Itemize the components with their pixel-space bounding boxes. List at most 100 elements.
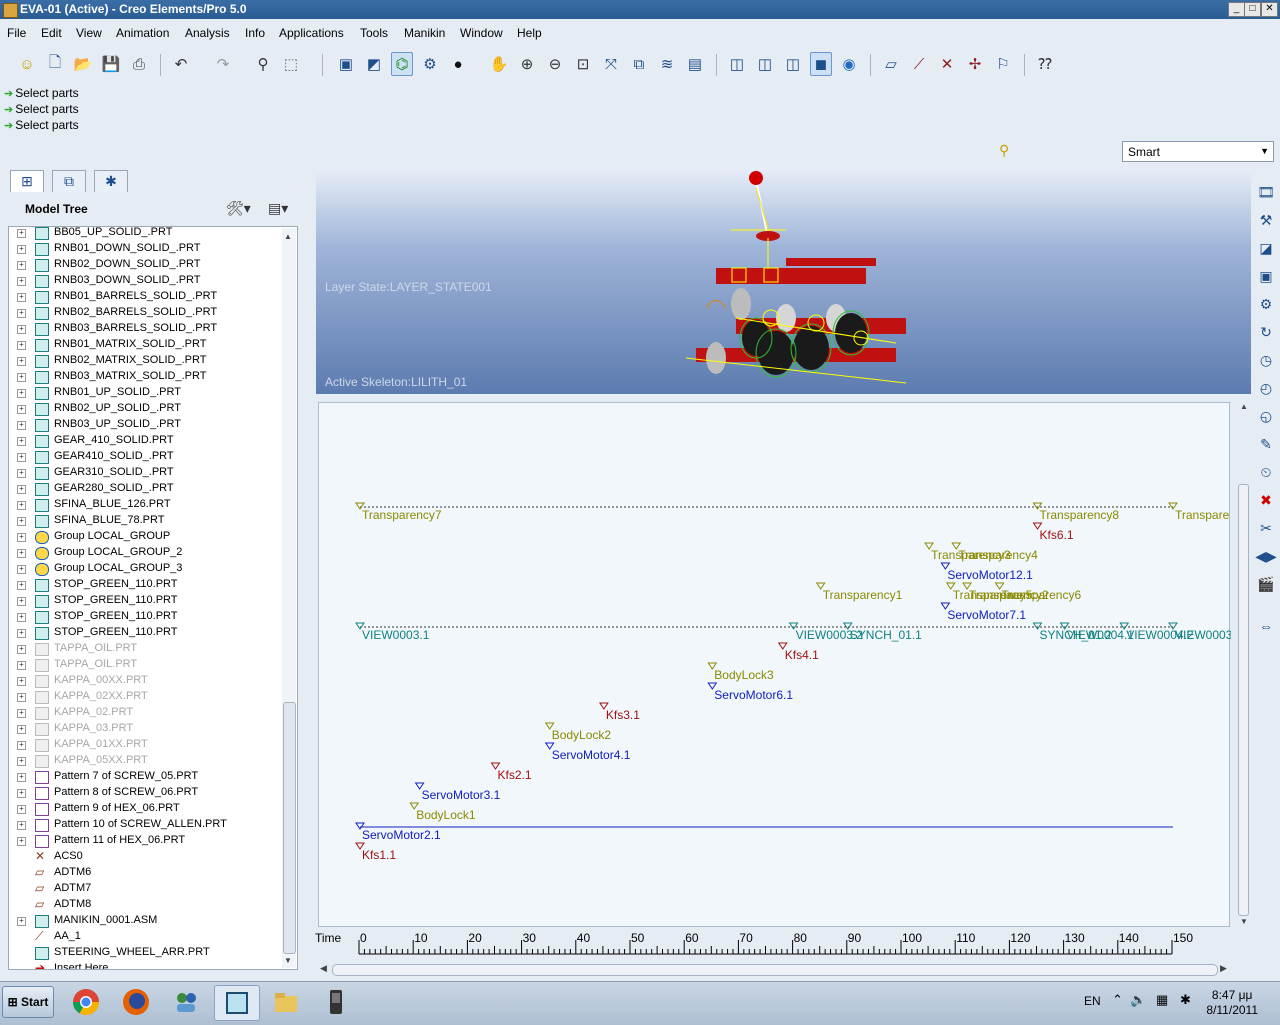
- start-button[interactable]: ⊞ Start: [2, 986, 54, 1018]
- menu-applications[interactable]: Applications: [279, 26, 344, 40]
- event-label[interactable]: ServoMotor2.1: [362, 828, 441, 842]
- tab-folder-browser[interactable]: ⧉: [52, 170, 86, 192]
- smiley-icon[interactable]: ☺: [16, 52, 38, 76]
- tree-item[interactable]: + GEAR310_SOLID_.PRT: [9, 465, 281, 481]
- event-label[interactable]: Kfs1.1: [362, 848, 396, 862]
- event-label[interactable]: ServoMotor7.1: [947, 608, 1026, 622]
- event-label[interactable]: BodyLock3: [714, 668, 774, 682]
- expand-icon[interactable]: +: [17, 373, 26, 382]
- event-label[interactable]: Kfs6.1: [1040, 528, 1074, 542]
- display-time-icon[interactable]: ◵: [1255, 405, 1277, 427]
- tree-item[interactable]: + MANIKIN_0001.ASM: [9, 913, 281, 929]
- save-icon[interactable]: 💾: [100, 52, 122, 76]
- expand-icon[interactable]: +: [17, 789, 26, 798]
- tree-item[interactable]: + TAPPA_OIL.PRT: [9, 641, 281, 657]
- event-label[interactable]: SYNCH_01.1: [850, 628, 922, 642]
- refit-icon[interactable]: ⊡: [572, 52, 594, 76]
- users-icon[interactable]: [164, 985, 208, 1019]
- tree-item[interactable]: + STOP_GREEN_110.PRT: [9, 593, 281, 609]
- event-label[interactable]: Kfs2.1: [498, 768, 532, 782]
- snapshot-icon[interactable]: ⚙: [419, 52, 441, 76]
- layers-icon[interactable]: ≋: [656, 52, 678, 76]
- expand-icon[interactable]: +: [17, 629, 26, 638]
- tree-item[interactable]: + STOP_GREEN_110.PRT: [9, 625, 281, 641]
- expand-icon[interactable]: +: [17, 437, 26, 446]
- event-label[interactable]: VIEW0004.1: [1067, 628, 1135, 642]
- tray-expand-icon[interactable]: ⌃: [1112, 992, 1123, 1008]
- expand-icon[interactable]: +: [17, 501, 26, 510]
- tree-item[interactable]: STEERING_WHEEL_ARR.PRT: [9, 945, 281, 961]
- tree-item[interactable]: + TAPPA_OIL.PRT: [9, 657, 281, 673]
- hidden-line-icon[interactable]: ◫: [754, 52, 776, 76]
- close-button[interactable]: ✕: [1261, 2, 1278, 17]
- event-label[interactable]: ServoMotor12.1: [947, 568, 1033, 582]
- tree-item[interactable]: + KAPPA_05XX.PRT: [9, 753, 281, 769]
- selection-box-icon[interactable]: ⬚: [280, 52, 302, 76]
- expand-icon[interactable]: +: [17, 757, 26, 766]
- menu-window[interactable]: Window: [460, 26, 503, 40]
- animation-timeline[interactable]: Transparency7 Transparency8 Transpare Kfs6.…: [318, 402, 1231, 927]
- expand-icon[interactable]: +: [17, 549, 26, 558]
- bluetooth-icon[interactable]: ✱: [1180, 992, 1191, 1008]
- tree-item[interactable]: + KAPPA_01XX.PRT: [9, 737, 281, 753]
- expand-icon[interactable]: +: [17, 229, 26, 238]
- expand-icon[interactable]: +: [17, 485, 26, 494]
- event-label[interactable]: VIEW0003.1: [362, 628, 430, 642]
- file-explorer-icon[interactable]: [264, 985, 308, 1019]
- maximize-button[interactable]: □: [1244, 2, 1261, 17]
- tree-item[interactable]: + STOP_GREEN_110.PRT: [9, 577, 281, 593]
- view-manager-icon[interactable]: ▤: [684, 52, 706, 76]
- event-label[interactable]: Kfs3.1: [606, 708, 640, 722]
- menu-edit[interactable]: Edit: [41, 26, 62, 40]
- zoom-out-icon[interactable]: ⊖: [544, 52, 566, 76]
- tree-item[interactable]: + RNB02_MATRIX_SOLID_.PRT: [9, 353, 281, 369]
- help-context-icon[interactable]: ⁇: [1034, 52, 1056, 76]
- tree-item[interactable]: + SFINA_BLUE_126.PRT: [9, 497, 281, 513]
- tree-item[interactable]: + Group LOCAL_GROUP: [9, 529, 281, 545]
- chrome-icon[interactable]: [64, 985, 108, 1019]
- expand-icon[interactable]: +: [17, 245, 26, 254]
- datum-planes-icon[interactable]: ▱: [880, 52, 902, 76]
- tree-item[interactable]: + RNB03_UP_SOLID_.PRT: [9, 417, 281, 433]
- event-label[interactable]: BodyLock2: [552, 728, 612, 742]
- timeline-vscroll[interactable]: [1238, 484, 1249, 916]
- tree-item[interactable]: + RNB01_BARRELS_SOLID_.PRT: [9, 289, 281, 305]
- expand-icon[interactable]: +: [17, 805, 26, 814]
- menu-help[interactable]: Help: [517, 26, 542, 40]
- event-label[interactable]: ServoMotor4.1: [552, 748, 631, 762]
- sketch-icon[interactable]: ◩: [363, 52, 385, 76]
- volume-icon[interactable]: 🔈: [1130, 992, 1146, 1008]
- menu-info[interactable]: Info: [245, 26, 265, 40]
- expand-icon[interactable]: +: [17, 325, 26, 334]
- playback-icon[interactable]: ◀▶: [1255, 545, 1277, 567]
- body-definition-icon[interactable]: ⚒: [1255, 209, 1277, 231]
- expand-icon[interactable]: +: [17, 453, 26, 462]
- tree-item[interactable]: + RNB01_MATRIX_SOLID_.PRT: [9, 337, 281, 353]
- event-label[interactable]: VIEW0003.3: [1175, 628, 1231, 642]
- tree-item[interactable]: + Pattern 9 of HEX_06.PRT: [9, 801, 281, 817]
- minimize-button[interactable]: _: [1228, 2, 1245, 17]
- tree-item[interactable]: + RNB01_DOWN_SOLID_.PRT: [9, 241, 281, 257]
- timeline-hscroll[interactable]: ◀ ▶: [318, 963, 1228, 977]
- tree-item[interactable]: + Pattern 7 of SCREW_05.PRT: [9, 769, 281, 785]
- event-label[interactable]: ServoMotor6.1: [714, 688, 793, 702]
- tree-item[interactable]: ➔ Insert Here: [9, 961, 281, 969]
- network-icon[interactable]: ▦: [1156, 992, 1168, 1008]
- expand-icon[interactable]: +: [17, 421, 26, 430]
- tree-item[interactable]: + KAPPA_00XX.PRT: [9, 673, 281, 689]
- expand-icon[interactable]: +: [17, 917, 26, 926]
- drag-components-icon[interactable]: ⌬: [391, 52, 413, 76]
- expand-icon[interactable]: +: [17, 277, 26, 286]
- expand-icon[interactable]: +: [17, 533, 26, 542]
- tree-item[interactable]: + GEAR_410_SOLID.PRT: [9, 433, 281, 449]
- title-bar[interactable]: EVA-01 (Active) - Creo Elements/Pro 5.0 …: [0, 0, 1280, 19]
- expand-icon[interactable]: +: [17, 389, 26, 398]
- expand-icon[interactable]: +: [17, 405, 26, 414]
- clock[interactable]: 8:47 μμ 8/11/2011: [1206, 988, 1258, 1018]
- expand-icon[interactable]: +: [17, 837, 26, 846]
- tree-item[interactable]: + KAPPA_02.PRT: [9, 705, 281, 721]
- reorient-icon[interactable]: ⤧: [600, 52, 622, 76]
- export-icon[interactable]: 🎬: [1255, 573, 1277, 595]
- datum-points-icon[interactable]: ✕: [936, 52, 958, 76]
- show-menu-icon[interactable]: ▤▾: [268, 200, 288, 217]
